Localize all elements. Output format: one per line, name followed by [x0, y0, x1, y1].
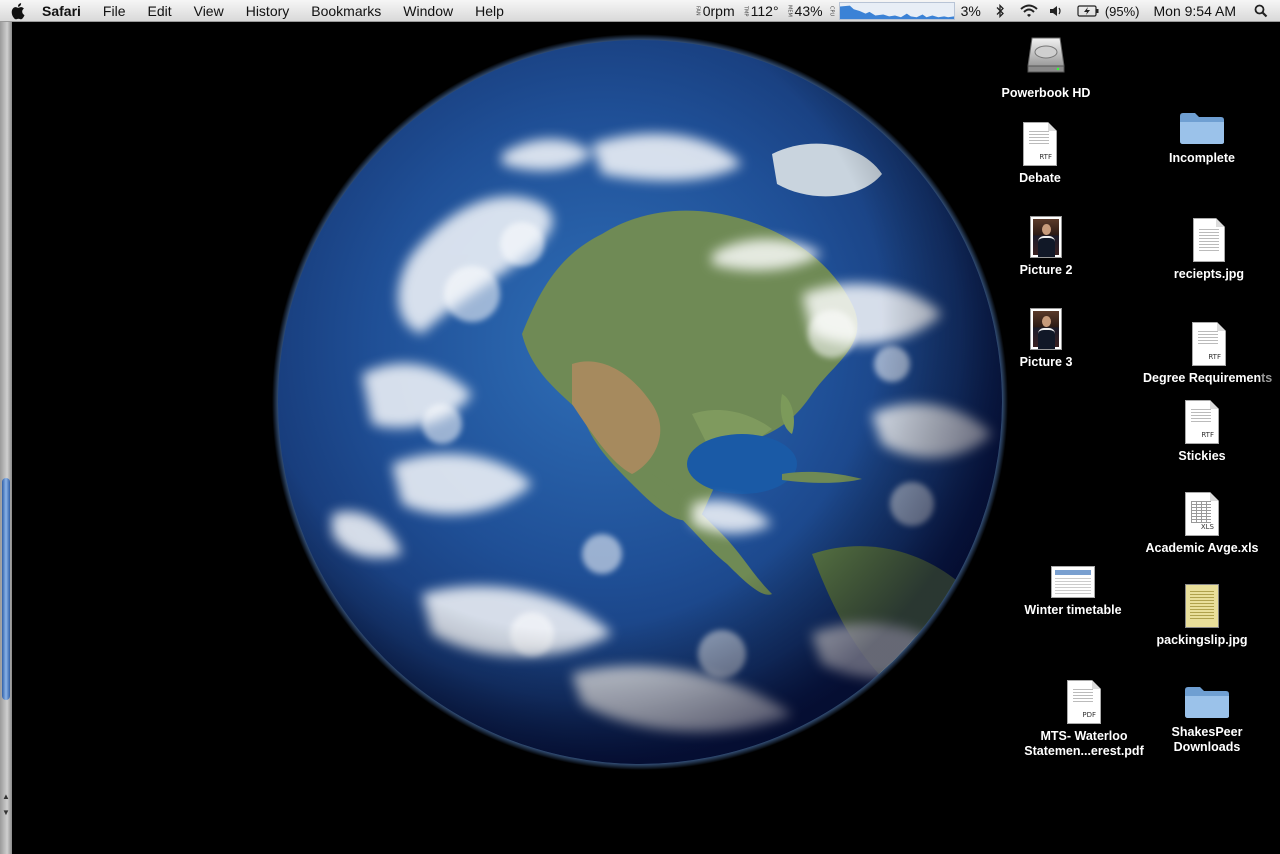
icon-label: reciepts.jpg	[1173, 267, 1245, 281]
battery-monitor[interactable]: (95%)	[1077, 0, 1140, 22]
icon-label: Degree Requirements	[1143, 371, 1273, 385]
apple-menu-icon[interactable]	[0, 0, 38, 22]
photo-thumbnail-icon	[1030, 216, 1062, 258]
desktop-icon-academic-avge[interactable]: XLS Academic Avge.xls	[1140, 492, 1264, 556]
wifi-icon[interactable]	[1019, 0, 1039, 22]
desktop-icon-winter-timetable[interactable]: Winter timetable	[1018, 566, 1128, 618]
icon-label: ShakesPeer Downloads	[1171, 725, 1243, 754]
rtf-document-icon: RTF	[1192, 322, 1226, 366]
desktop-icon-mts-waterloo-pdf[interactable]: PDF MTS- Waterloo Statemen...erest.pdf	[1018, 680, 1150, 759]
status-menus: FAN 0rpm TMP 112° MEM 43% CPU 3% (95%) M…	[695, 0, 1280, 22]
menu-bookmarks[interactable]: Bookmarks	[300, 0, 392, 22]
scroll-down-arrow-icon[interactable]: ▼	[1, 808, 11, 818]
file-type-tag: RTF	[1201, 431, 1214, 439]
desktop-icon-stickies[interactable]: RTF Stickies	[1162, 400, 1242, 464]
desktop-icon-degree-requirements[interactable]: RTF Degree Requirements	[1140, 322, 1280, 386]
fan-value: 0rpm	[702, 3, 735, 19]
icon-label: Winter timetable	[1024, 603, 1122, 617]
icon-label: Debate	[1019, 171, 1061, 185]
icon-label: MTS- Waterloo Statemen...erest.pdf	[1024, 729, 1144, 758]
menu-bar: Safari File Edit View History Bookmarks …	[0, 0, 1280, 22]
cpu-monitor[interactable]: CPU 3%	[829, 0, 981, 22]
hard-drive-icon	[1024, 32, 1068, 81]
scrollbar-thumb[interactable]	[2, 478, 10, 700]
file-type-tag: PDF	[1082, 711, 1096, 719]
folder-icon	[1178, 110, 1226, 146]
icon-label: Academic Avge.xls	[1145, 541, 1259, 555]
desktop-icon-picture-3[interactable]: Picture 3	[1006, 308, 1086, 370]
desktop-icon-debate[interactable]: RTF Debate	[1000, 122, 1080, 186]
fan-monitor[interactable]: FAN 0rpm	[695, 0, 735, 22]
desktop-icon-incomplete[interactable]: Incomplete	[1160, 110, 1244, 166]
desktop[interactable]: ▲ ▼ Powerbook HD Incomplete RTF Debate P…	[0, 22, 1280, 854]
bluetooth-icon[interactable]	[995, 0, 1005, 22]
icon-label: Picture 3	[1019, 355, 1073, 369]
menu-view[interactable]: View	[183, 0, 235, 22]
earth-wallpaper	[272, 34, 1008, 770]
scroll-up-arrow-icon[interactable]: ▲	[1, 792, 11, 802]
mem-value: 43%	[794, 3, 823, 19]
icon-label: Incomplete	[1169, 151, 1235, 165]
rtf-document-icon: RTF	[1185, 400, 1219, 444]
icon-label: packingslip.jpg	[1156, 633, 1248, 647]
battery-icon	[1077, 5, 1099, 17]
cpu-label: CPU	[828, 5, 835, 17]
desktop-icon-picture-2[interactable]: Picture 2	[1006, 216, 1086, 278]
battery-percent: (95%)	[1104, 3, 1140, 19]
menu-window[interactable]: Window	[392, 0, 464, 22]
desktop-icon-reciepts[interactable]: reciepts.jpg	[1164, 218, 1254, 282]
volume-icon[interactable]	[1049, 0, 1063, 22]
icon-label: Stickies	[1178, 449, 1226, 463]
icon-label: Picture 2	[1019, 263, 1073, 277]
image-document-icon	[1185, 584, 1219, 628]
folder-icon	[1183, 684, 1231, 720]
xls-document-icon: XLS	[1185, 492, 1219, 536]
app-menu-safari[interactable]: Safari	[38, 0, 92, 22]
fan-label: FAN	[694, 6, 701, 16]
file-type-tag: RTF	[1208, 353, 1221, 361]
desktop-icon-powerbook-hd[interactable]: Powerbook HD	[1000, 32, 1092, 101]
file-type-tag: XLS	[1200, 523, 1214, 531]
temperature-monitor[interactable]: TMP 112°	[743, 0, 779, 22]
menu-history[interactable]: History	[235, 0, 301, 22]
photo-thumbnail-icon	[1030, 308, 1062, 350]
background-window-edge[interactable]: ▲ ▼	[0, 22, 12, 854]
image-document-icon	[1193, 218, 1225, 262]
screenshot-thumbnail-icon	[1051, 566, 1095, 598]
memory-monitor[interactable]: MEM 43%	[787, 0, 823, 22]
cpu-graph	[838, 2, 955, 20]
menu-clock[interactable]: Mon 9:54 AM	[1154, 0, 1237, 22]
cpu-value: 3%	[960, 3, 981, 19]
menu-edit[interactable]: Edit	[136, 0, 182, 22]
desktop-icon-shakespeer-downloads[interactable]: ShakesPeer Downloads	[1164, 684, 1250, 755]
spotlight-search-icon[interactable]	[1254, 0, 1268, 22]
menu-file[interactable]: File	[92, 0, 137, 22]
rtf-document-icon: RTF	[1023, 122, 1057, 166]
pdf-document-icon: PDF	[1067, 680, 1101, 724]
desktop-icon-packingslip[interactable]: packingslip.jpg	[1150, 584, 1254, 648]
file-type-tag: RTF	[1039, 153, 1052, 161]
icon-label: Powerbook HD	[1001, 86, 1091, 100]
menu-help[interactable]: Help	[464, 0, 515, 22]
mem-label: MEM	[786, 5, 793, 17]
temp-value: 112°	[750, 3, 779, 19]
temp-label: TMP	[742, 5, 749, 17]
